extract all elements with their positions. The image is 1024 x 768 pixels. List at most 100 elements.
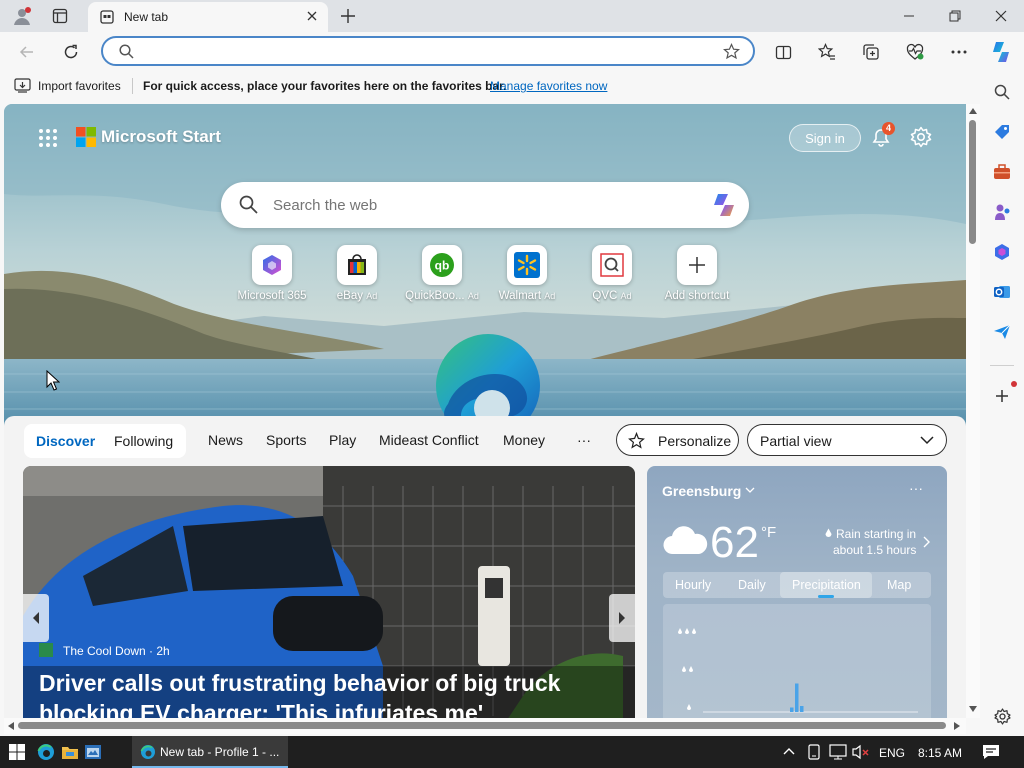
sidebar-search-icon[interactable] [992, 82, 1012, 102]
notifications-bell-icon[interactable]: 4 [870, 122, 895, 148]
microsoft-365-sidebar-icon[interactable] [992, 242, 1012, 262]
chevron-down-icon[interactable] [745, 487, 755, 494]
horizontal-scroll-thumb[interactable] [18, 722, 946, 729]
view-mode-select[interactable]: Partial view [747, 424, 947, 456]
tools-briefcase-icon[interactable] [992, 162, 1012, 182]
windows-start-icon[interactable] [9, 744, 25, 760]
precipitation-chart-svg [678, 628, 918, 713]
import-favorites-link[interactable]: Import favorites [38, 79, 121, 93]
article-headline[interactable]: Driver calls out frustrating behavior of… [39, 668, 599, 718]
restore-button[interactable] [932, 0, 978, 32]
nav-more-button[interactable]: ··· [577, 432, 591, 448]
chevron-right-icon[interactable] [923, 536, 930, 548]
scroll-left-icon[interactable] [8, 722, 14, 730]
favorite-star-icon[interactable] [723, 43, 740, 60]
manage-favorites-link[interactable]: Manage favorites now [490, 79, 607, 93]
collections-button[interactable] [860, 41, 882, 63]
close-window-button[interactable] [978, 0, 1024, 32]
split-screen-button[interactable] [772, 41, 794, 63]
scroll-down-icon[interactable] [969, 706, 977, 712]
address-input[interactable] [143, 42, 713, 62]
carousel-next-button[interactable] [609, 594, 635, 642]
back-button[interactable] [16, 41, 38, 63]
weather-tab-daily[interactable]: Daily [738, 578, 766, 592]
weather-card[interactable]: Greensburg ··· 62 °F Rain starting in ab… [647, 466, 947, 718]
notification-center-icon[interactable] [982, 744, 1000, 760]
settings-and-more-button[interactable] [948, 41, 970, 63]
games-pawn-icon[interactable] [992, 202, 1012, 222]
shopping-tag-icon[interactable] [992, 122, 1012, 142]
weather-more-button[interactable]: ··· [909, 480, 923, 496]
carousel-prev-button[interactable] [23, 594, 49, 642]
tab-new-tab[interactable]: New tab [88, 2, 328, 32]
file-explorer-icon[interactable] [61, 744, 79, 760]
sidebar-settings-gear-icon[interactable] [992, 706, 1012, 726]
copilot-button[interactable] [988, 39, 1014, 65]
weather-location[interactable]: Greensburg [662, 483, 741, 499]
nav-sports[interactable]: Sports [266, 432, 306, 448]
quick-link-add-shortcut[interactable]: Add shortcut [654, 245, 740, 302]
app-launcher-icon[interactable] [38, 128, 58, 148]
news-card[interactable]: The Cool Down · 2h Driver calls out frus… [23, 466, 635, 718]
browser-essentials-button[interactable] [904, 41, 926, 63]
close-tab-icon[interactable] [306, 10, 318, 22]
page-settings-gear-icon[interactable] [910, 126, 932, 148]
web-search-input[interactable] [273, 195, 693, 215]
brand-name[interactable]: Microsoft Start [101, 127, 221, 147]
web-search-box[interactable] [221, 182, 749, 228]
quick-link-walmart[interactable]: Walmart Ad [484, 245, 570, 302]
new-tab-button[interactable] [340, 8, 356, 24]
profile-icon[interactable] [12, 6, 32, 26]
microsoft-365-icon [252, 245, 292, 285]
tab-discover[interactable]: Discover [36, 433, 95, 449]
quick-link-microsoft-365[interactable]: Microsoft 365 [229, 245, 315, 302]
minimize-button[interactable] [886, 0, 932, 32]
collections-icon [863, 44, 879, 60]
quick-link-qvc[interactable]: QVC Ad [569, 245, 655, 302]
news-feed: Discover Following News Sports Play Mide… [4, 416, 966, 718]
taskbar-app-edge[interactable]: New tab - Profile 1 - ... [132, 736, 288, 768]
favorites-button[interactable] [816, 41, 838, 63]
show-hidden-icons-chevron-icon[interactable] [783, 747, 795, 755]
scroll-right-icon[interactable] [954, 722, 960, 730]
vertical-scroll-thumb[interactable] [969, 120, 976, 244]
quick-link-ebay[interactable]: eBay Ad [314, 245, 400, 302]
vertical-scrollbar[interactable] [966, 104, 980, 718]
quick-link-label: Microsoft 365 [237, 290, 307, 302]
edge-app-icon [140, 744, 156, 760]
weather-tab-map[interactable]: Map [887, 578, 911, 592]
volume-muted-icon[interactable] [852, 744, 870, 760]
raindrop-icon [825, 528, 832, 538]
outlook-icon[interactable] [992, 282, 1012, 302]
chevron-right-icon [619, 612, 625, 624]
qvc-icon [592, 245, 632, 285]
input-language[interactable]: ENG [879, 746, 905, 760]
horizontal-scrollbar[interactable] [4, 718, 966, 734]
nav-play[interactable]: Play [329, 432, 356, 448]
favorites-bar-message: For quick access, place your favorites h… [143, 79, 507, 93]
system-clock[interactable]: 8:15 AM [918, 746, 962, 760]
nav-news[interactable]: News [208, 432, 243, 448]
device-icon[interactable] [808, 744, 820, 760]
weather-tab-hourly[interactable]: Hourly [675, 578, 711, 592]
import-favorites-icon[interactable] [14, 78, 31, 93]
address-bar[interactable] [101, 36, 755, 66]
nav-mideast-conflict[interactable]: Mideast Conflict [379, 432, 479, 448]
nav-money[interactable]: Money [503, 432, 545, 448]
tab-following[interactable]: Following [114, 433, 173, 449]
sign-in-label: Sign in [805, 130, 845, 146]
customize-sidebar-plus-icon[interactable] [992, 381, 1017, 406]
weather-tab-precipitation[interactable]: Precipitation [792, 578, 861, 592]
refresh-button[interactable] [60, 41, 82, 63]
tab-actions-icon[interactable] [52, 8, 68, 24]
sign-in-button[interactable]: Sign in [789, 124, 861, 152]
personalize-button[interactable]: Personalize [616, 424, 739, 456]
network-icon[interactable] [829, 744, 847, 760]
edge-taskbar-icon[interactable] [37, 743, 55, 761]
new-tab-page: Microsoft Start Sign in 4 Microsoft 365 … [4, 104, 966, 718]
app-window-icon[interactable] [84, 744, 102, 760]
quick-link-quickbooks[interactable]: qb QuickBoo... Ad [399, 245, 485, 302]
copilot-search-icon[interactable] [709, 192, 739, 218]
scroll-up-icon[interactable] [969, 108, 977, 114]
drop-send-icon[interactable] [992, 322, 1012, 342]
